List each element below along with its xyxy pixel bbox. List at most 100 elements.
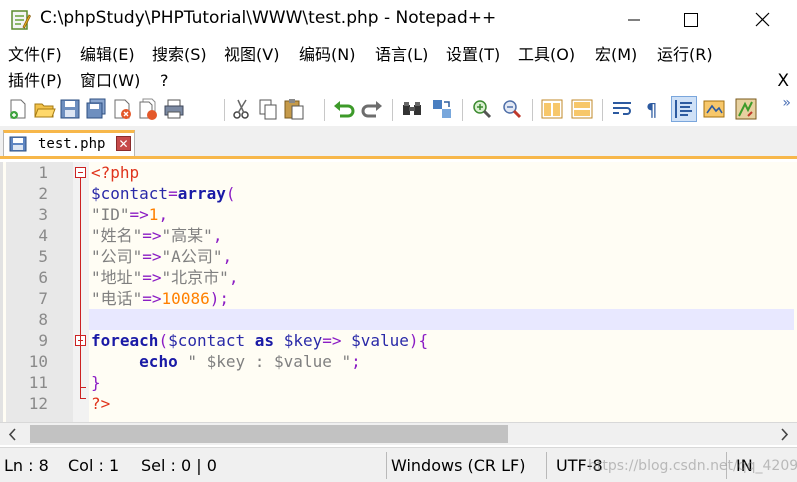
line-number: 7 — [38, 289, 48, 308]
save-icon[interactable] — [58, 97, 82, 121]
redo-icon[interactable] — [360, 97, 384, 121]
fold-toggle-icon[interactable] — [75, 167, 86, 178]
code-token: "A公司" — [161, 247, 223, 266]
doc-map-icon[interactable] — [734, 97, 758, 121]
tab-close-button[interactable]: ✕ — [116, 136, 131, 151]
code-token: as — [254, 331, 275, 350]
code-token: $key — [283, 331, 323, 350]
code-line[interactable]: $contact=array( — [91, 183, 236, 204]
menu-edit[interactable]: 编辑(E) — [80, 43, 135, 67]
close-window-button[interactable] — [741, 0, 787, 40]
close-all-icon[interactable] — [136, 97, 160, 121]
maximize-button[interactable] — [667, 0, 713, 40]
scroll-right-icon[interactable] — [773, 424, 795, 445]
code-line[interactable]: "电话"=>10086); — [91, 288, 229, 309]
menu-file[interactable]: 文件(F) — [8, 43, 62, 67]
menu-bar: 文件(F) 编辑(E) 搜索(S) 视图(V) 编码(N) 语言(L) 设置(T… — [0, 42, 797, 94]
fold-end-marker — [80, 387, 86, 388]
code-token: "姓名" — [91, 226, 143, 245]
toolbar-separator — [462, 99, 463, 121]
menu-view[interactable]: 视图(V) — [224, 43, 279, 67]
undo-icon[interactable] — [332, 97, 356, 121]
menu-help[interactable]: ? — [160, 69, 169, 93]
code-token: foreach — [91, 331, 159, 350]
code-token: array — [177, 184, 226, 203]
menu-encoding[interactable]: 编码(N) — [299, 43, 355, 67]
code-token: "电话" — [91, 289, 143, 308]
save-all-icon[interactable] — [84, 97, 108, 121]
sync-vertical-icon[interactable] — [540, 97, 564, 121]
line-number: 5 — [38, 247, 48, 266]
code-token: } — [91, 373, 101, 392]
paste-icon[interactable] — [282, 97, 306, 121]
copy-icon[interactable] — [256, 97, 280, 121]
code-line[interactable]: echo " $key : $value "; — [91, 351, 361, 372]
code-line[interactable]: ?> — [91, 393, 110, 414]
minimize-button[interactable] — [611, 0, 657, 40]
status-eol-format[interactable]: Windows (CR LF) — [391, 456, 525, 475]
code-line[interactable]: "地址"=>"北京市", — [91, 267, 238, 288]
close-file-icon[interactable] — [110, 97, 134, 121]
status-separator — [546, 452, 547, 479]
code-token: 1 — [148, 205, 159, 224]
line-number: 3 — [38, 205, 48, 224]
code-token: => — [142, 289, 162, 308]
zoom-out-icon[interactable] — [500, 97, 524, 121]
code-editor[interactable]: 1 2 3 4 5 6 7 8 9 10 11 12 <?php $contact=array("ID"… — [0, 162, 797, 422]
tab-test-php[interactable]: test.php ✕ — [3, 130, 135, 156]
toolbar-separator — [532, 99, 533, 121]
status-line: Ln : 8 — [4, 456, 49, 475]
scrollbar-thumb[interactable] — [30, 425, 508, 443]
code-token: " $key : $value " — [187, 352, 352, 371]
menu-plugins[interactable]: 插件(P) — [8, 69, 62, 93]
horizontal-scrollbar[interactable] — [0, 422, 797, 445]
line-number: 8 — [38, 310, 48, 329]
code-line[interactable]: "ID"=>1, — [91, 204, 168, 225]
code-token: ?> — [91, 394, 111, 413]
scroll-left-icon[interactable] — [2, 424, 24, 445]
indent-guide-icon[interactable] — [671, 96, 697, 122]
replace-icon[interactable] — [430, 97, 454, 121]
new-file-icon[interactable] — [6, 97, 30, 121]
zoom-in-icon[interactable] — [470, 97, 494, 121]
open-file-icon[interactable] — [32, 97, 56, 121]
sync-horizontal-icon[interactable] — [570, 97, 594, 121]
code-line[interactable]: <?php — [91, 162, 139, 183]
fold-margin — [73, 162, 89, 422]
code-token: => — [142, 226, 162, 245]
code-token: => — [322, 331, 342, 350]
code-line[interactable]: } — [91, 372, 101, 393]
status-bar: Ln : 8 Col : 1 Sel : 0 | 0 Windows (CR L… — [0, 447, 797, 482]
line-number: 9 — [38, 331, 48, 350]
user-language-icon[interactable] — [702, 97, 726, 121]
code-token: => — [142, 247, 162, 266]
code-line[interactable]: "公司"=>"A公司", — [91, 246, 232, 267]
menu-macro[interactable]: 宏(M) — [595, 43, 637, 67]
menu-settings[interactable]: 设置(T) — [446, 43, 500, 67]
close-document-button[interactable]: X — [777, 71, 789, 91]
menu-window[interactable]: 窗口(W) — [80, 69, 140, 93]
line-number: 6 — [38, 268, 48, 287]
line-number: 2 — [38, 184, 48, 203]
code-line[interactable]: foreach($contact as $key=> $value){ — [91, 330, 428, 351]
line-number: 10 — [28, 352, 48, 371]
minimize-icon — [628, 19, 640, 21]
menu-tools[interactable]: 工具(O) — [518, 43, 575, 67]
word-wrap-icon[interactable] — [610, 97, 634, 121]
code-token: , — [222, 247, 233, 266]
show-all-characters-icon[interactable]: ¶ — [640, 97, 664, 121]
code-line[interactable]: "姓名"=>"高某", — [91, 225, 222, 246]
menu-search[interactable]: 搜索(S) — [152, 43, 207, 67]
code-token: , — [228, 268, 239, 287]
maximize-icon — [684, 13, 698, 27]
cut-icon[interactable] — [230, 97, 254, 121]
code-token: ( — [225, 184, 236, 203]
find-icon[interactable] — [400, 97, 424, 121]
menu-run[interactable]: 运行(R) — [657, 43, 713, 67]
close-icon — [755, 12, 770, 27]
toolbar-overflow-button[interactable]: » — [782, 95, 791, 111]
menu-language[interactable]: 语言(L) — [375, 43, 428, 67]
print-icon[interactable] — [162, 97, 186, 121]
